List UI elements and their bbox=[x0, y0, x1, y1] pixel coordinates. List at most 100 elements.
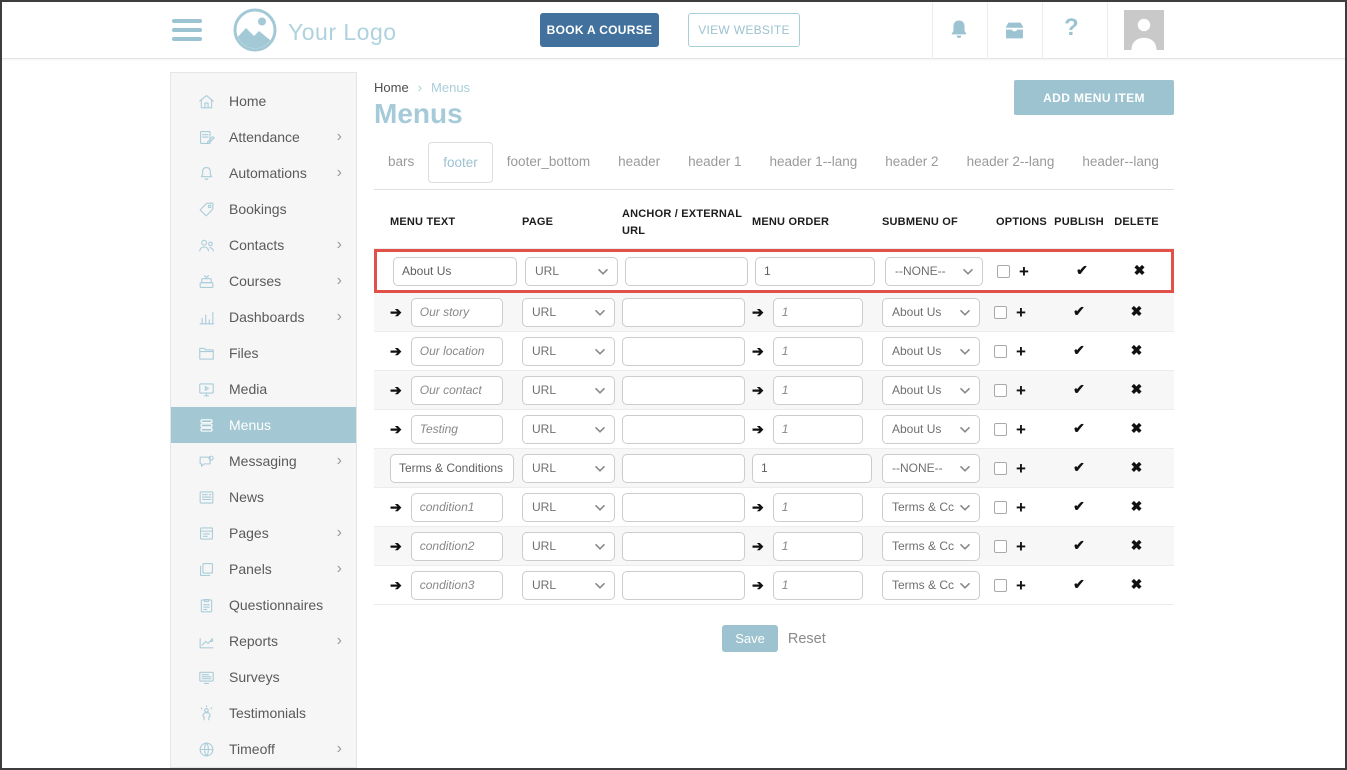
page-select[interactable]: URL bbox=[525, 257, 618, 286]
sidebar-item-attendance[interactable]: Attendance› bbox=[171, 119, 356, 155]
page-select[interactable]: URL bbox=[522, 337, 615, 366]
submenu-of-select[interactable]: About Us bbox=[882, 337, 980, 366]
page-select[interactable]: URL bbox=[522, 532, 615, 561]
sidebar-item-files[interactable]: Files bbox=[171, 335, 356, 371]
hamburger-menu-icon[interactable] bbox=[172, 19, 202, 41]
submenu-of-select[interactable]: About Us bbox=[882, 376, 980, 405]
page-select[interactable]: URL bbox=[522, 454, 615, 483]
options-checkbox[interactable] bbox=[994, 345, 1007, 358]
add-option-icon[interactable]: + bbox=[1016, 304, 1026, 321]
publish-check-icon[interactable]: ✔ bbox=[1073, 420, 1085, 436]
options-checkbox[interactable] bbox=[994, 423, 1007, 436]
avatar[interactable] bbox=[1124, 10, 1164, 50]
anchor-url-input[interactable] bbox=[622, 571, 745, 600]
tab-footer-bottom[interactable]: footer_bottom bbox=[493, 142, 604, 181]
menu-order-input[interactable] bbox=[773, 571, 863, 600]
sidebar-item-dashboards[interactable]: Dashboards› bbox=[171, 299, 356, 335]
options-checkbox[interactable] bbox=[994, 579, 1007, 592]
sidebar-item-surveys[interactable]: Surveys bbox=[171, 659, 356, 695]
delete-x-icon[interactable]: ✖ bbox=[1131, 342, 1143, 358]
add-option-icon[interactable]: + bbox=[1016, 538, 1026, 555]
sidebar-item-news[interactable]: News bbox=[171, 479, 356, 515]
anchor-url-input[interactable] bbox=[622, 415, 745, 444]
sidebar-item-timeoff[interactable]: Timeoff› bbox=[171, 731, 356, 767]
add-option-icon[interactable]: + bbox=[1016, 460, 1026, 477]
publish-check-icon[interactable]: ✔ bbox=[1073, 576, 1085, 592]
tab-bars[interactable]: bars bbox=[374, 142, 428, 181]
submenu-of-select[interactable]: About Us bbox=[882, 298, 980, 327]
anchor-url-input[interactable] bbox=[622, 532, 745, 561]
menu-text-input[interactable] bbox=[390, 454, 514, 483]
options-checkbox[interactable] bbox=[994, 462, 1007, 475]
menu-order-input[interactable] bbox=[773, 532, 863, 561]
menu-text-input[interactable] bbox=[411, 298, 503, 327]
menu-order-input[interactable] bbox=[773, 376, 863, 405]
tab-header-1-lang[interactable]: header 1--lang bbox=[755, 142, 871, 181]
add-option-icon[interactable]: + bbox=[1016, 499, 1026, 516]
anchor-url-input[interactable] bbox=[622, 337, 745, 366]
menu-text-input[interactable] bbox=[393, 257, 517, 286]
menu-text-input[interactable] bbox=[411, 493, 503, 522]
sidebar-item-testimonials[interactable]: Testimonials bbox=[171, 695, 356, 731]
submenu-of-select[interactable]: Terms & Cc bbox=[882, 571, 980, 600]
menu-order-input[interactable] bbox=[773, 337, 863, 366]
menu-order-input[interactable] bbox=[773, 298, 863, 327]
help-icon[interactable]: ? bbox=[1064, 14, 1079, 42]
options-checkbox[interactable] bbox=[994, 540, 1007, 553]
menu-text-input[interactable] bbox=[411, 415, 503, 444]
anchor-url-input[interactable] bbox=[622, 298, 745, 327]
sidebar-item-courses[interactable]: Courses› bbox=[171, 263, 356, 299]
anchor-url-input[interactable] bbox=[622, 376, 745, 405]
breadcrumb-home-link[interactable]: Home bbox=[374, 80, 409, 95]
view-website-button[interactable]: VIEW WEBSITE bbox=[688, 13, 800, 47]
sidebar-item-automations[interactable]: Automations› bbox=[171, 155, 356, 191]
tab-header-lang[interactable]: header--lang bbox=[1068, 142, 1173, 181]
delete-x-icon[interactable]: ✖ bbox=[1131, 537, 1143, 553]
delete-x-icon[interactable]: ✖ bbox=[1131, 498, 1143, 514]
add-option-icon[interactable]: + bbox=[1019, 263, 1029, 280]
sidebar-item-media[interactable]: Media bbox=[171, 371, 356, 407]
anchor-url-input[interactable] bbox=[622, 493, 745, 522]
tab-footer[interactable]: footer bbox=[428, 142, 493, 183]
add-menu-item-button[interactable]: ADD MENU ITEM bbox=[1014, 80, 1174, 115]
tab-header[interactable]: header bbox=[604, 142, 674, 181]
page-select[interactable]: URL bbox=[522, 376, 615, 405]
options-checkbox[interactable] bbox=[994, 384, 1007, 397]
anchor-url-input[interactable] bbox=[625, 257, 748, 286]
add-option-icon[interactable]: + bbox=[1016, 343, 1026, 360]
submenu-of-select[interactable]: Terms & Cc bbox=[882, 532, 980, 561]
page-select[interactable]: URL bbox=[522, 493, 615, 522]
menu-text-input[interactable] bbox=[411, 376, 503, 405]
sidebar-item-pages[interactable]: Pages› bbox=[171, 515, 356, 551]
sidebar-item-messaging[interactable]: Messaging› bbox=[171, 443, 356, 479]
sidebar-item-home[interactable]: Home bbox=[171, 83, 356, 119]
tab-header-1[interactable]: header 1 bbox=[674, 142, 755, 181]
page-select[interactable]: URL bbox=[522, 571, 615, 600]
publish-check-icon[interactable]: ✔ bbox=[1073, 459, 1085, 475]
anchor-url-input[interactable] bbox=[622, 454, 745, 483]
tab-header-2-lang[interactable]: header 2--lang bbox=[953, 142, 1069, 181]
logo[interactable]: Your Logo bbox=[232, 7, 397, 58]
delete-x-icon[interactable]: ✖ bbox=[1134, 262, 1146, 278]
menu-order-input[interactable] bbox=[752, 454, 872, 483]
submenu-of-select[interactable]: About Us bbox=[882, 415, 980, 444]
tab-header-2[interactable]: header 2 bbox=[871, 142, 952, 181]
publish-check-icon[interactable]: ✔ bbox=[1076, 262, 1088, 278]
sidebar-item-contacts[interactable]: Contacts› bbox=[171, 227, 356, 263]
inbox-icon[interactable] bbox=[1001, 17, 1028, 44]
options-checkbox[interactable] bbox=[994, 501, 1007, 514]
add-option-icon[interactable]: + bbox=[1016, 382, 1026, 399]
options-checkbox[interactable] bbox=[994, 306, 1007, 319]
menu-text-input[interactable] bbox=[411, 337, 503, 366]
menu-order-input[interactable] bbox=[755, 257, 875, 286]
page-select[interactable]: URL bbox=[522, 415, 615, 444]
add-option-icon[interactable]: + bbox=[1016, 577, 1026, 594]
delete-x-icon[interactable]: ✖ bbox=[1131, 303, 1143, 319]
publish-check-icon[interactable]: ✔ bbox=[1073, 498, 1085, 514]
bell-icon[interactable] bbox=[946, 17, 972, 43]
page-select[interactable]: URL bbox=[522, 298, 615, 327]
delete-x-icon[interactable]: ✖ bbox=[1131, 420, 1143, 436]
sidebar-item-menus[interactable]: Menus bbox=[171, 407, 356, 443]
sidebar-item-panels[interactable]: Panels› bbox=[171, 551, 356, 587]
publish-check-icon[interactable]: ✔ bbox=[1073, 303, 1085, 319]
